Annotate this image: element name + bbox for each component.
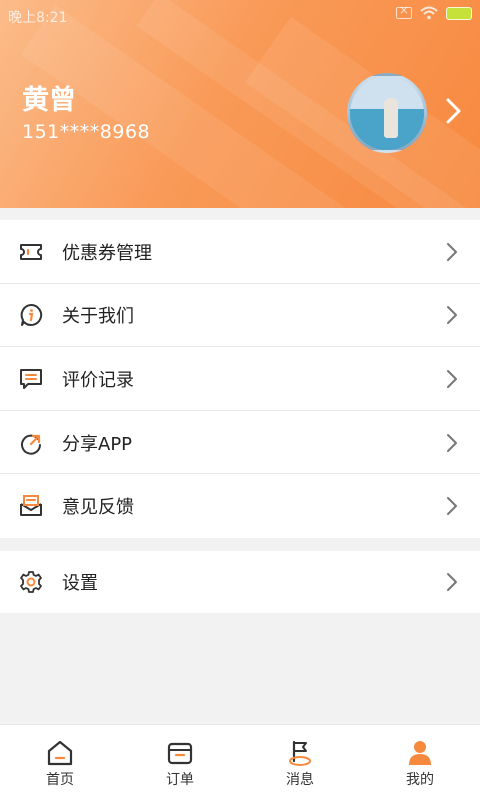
menu-item-reviews[interactable]: 评价记录 (0, 347, 480, 411)
menu-item-about[interactable]: 关于我们 (0, 284, 480, 348)
info-icon (20, 304, 43, 327)
coupon-icon (20, 243, 42, 260)
avatar[interactable] (347, 73, 427, 153)
bottom-tab-bar: 首页 订单 消息 我的 (0, 724, 480, 800)
tab-label: 我的 (406, 772, 434, 788)
avatar-person (384, 98, 398, 138)
menu-group-settings: 设置 (0, 551, 480, 613)
chevron-right-icon (447, 433, 457, 452)
flag-icon (289, 740, 311, 766)
no-sim-icon (396, 3, 412, 19)
menu-item-coupons[interactable]: 优惠券管理 (0, 220, 480, 284)
tab-home[interactable]: 首页 (0, 725, 120, 800)
status-icons (396, 3, 472, 20)
menu-item-share[interactable]: 分享APP (0, 411, 480, 475)
home-icon (47, 740, 73, 766)
menu-group-main: 优惠券管理 关于我们 评价记录 分享APP 意见反馈 (0, 220, 480, 538)
chevron-right-icon (447, 573, 457, 591)
menu-item-label: 设置 (62, 573, 98, 594)
profile-header: 晚上8:21 黄曾 151****8968 (0, 0, 480, 208)
chevron-right-icon (447, 242, 457, 261)
chevron-right-icon (447, 369, 457, 388)
wifi-icon (420, 6, 438, 20)
status-bar: 晚上8:21 (0, 0, 480, 32)
tab-label: 首页 (46, 772, 74, 788)
person-icon (409, 741, 431, 765)
menu-item-feedback[interactable]: 意见反馈 (0, 474, 480, 538)
share-icon (21, 434, 41, 455)
tab-orders[interactable]: 订单 (120, 725, 240, 800)
chevron-right-icon[interactable] (442, 96, 464, 126)
gear-icon (20, 571, 42, 593)
menu-item-settings[interactable]: 设置 (0, 551, 480, 613)
comment-icon (20, 368, 42, 389)
tab-label: 订单 (166, 772, 194, 788)
menu-item-label: 评价记录 (62, 369, 134, 391)
menu-item-label: 意见反馈 (62, 497, 134, 519)
chevron-right-icon (447, 306, 457, 325)
tab-mine[interactable]: 我的 (360, 725, 480, 800)
menu-item-label: 优惠券管理 (62, 242, 152, 264)
user-name: 黄曾 (22, 85, 76, 116)
feedback-mail-icon (20, 495, 42, 517)
tab-messages[interactable]: 消息 (240, 725, 360, 800)
user-phone: 151****8968 (22, 121, 151, 143)
chevron-right-icon (447, 497, 457, 516)
tab-label: 消息 (286, 772, 314, 788)
status-time: 晚上8:21 (8, 10, 68, 26)
menu-item-label: 关于我们 (62, 306, 134, 328)
battery-icon (446, 6, 472, 20)
menu-item-label: 分享APP (62, 433, 133, 455)
order-box-icon (167, 742, 193, 765)
